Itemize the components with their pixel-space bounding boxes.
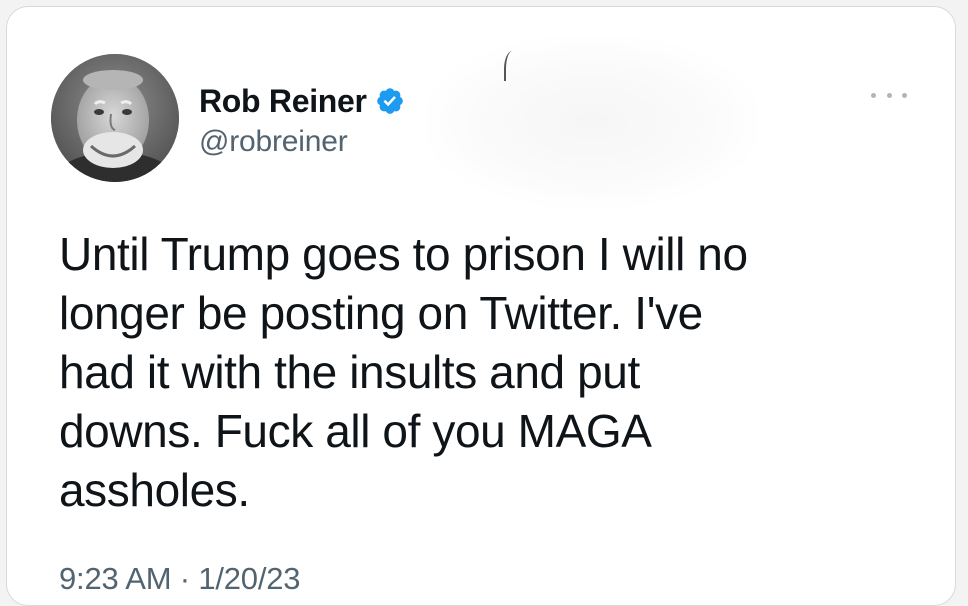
avatar-photo <box>51 54 179 182</box>
more-dot <box>871 92 876 98</box>
more-dot <box>902 92 907 98</box>
tweet-time: 9:23 AM <box>59 561 172 596</box>
scratch-mark <box>504 51 518 81</box>
tweet-date: 1/20/23 <box>198 561 301 596</box>
timestamp-separator: · <box>179 561 190 596</box>
author-handle[interactable]: @robreiner <box>199 125 348 159</box>
redacted-area <box>427 37 757 207</box>
tweet-timestamp[interactable]: 9:23 AM · 1/20/23 <box>59 561 301 597</box>
more-options-icon[interactable] <box>871 85 907 105</box>
author-name-row[interactable]: Rob Reiner <box>199 81 405 121</box>
more-dot <box>886 92 892 98</box>
verified-badge-icon <box>375 86 405 116</box>
tweet-text: Until Trump goes to prison I will no lon… <box>59 228 748 516</box>
display-name[interactable]: Rob Reiner <box>199 83 367 120</box>
avatar[interactable] <box>51 54 179 182</box>
tweet-card: Rob Reiner @robreiner Until Trump goes t… <box>6 6 956 606</box>
